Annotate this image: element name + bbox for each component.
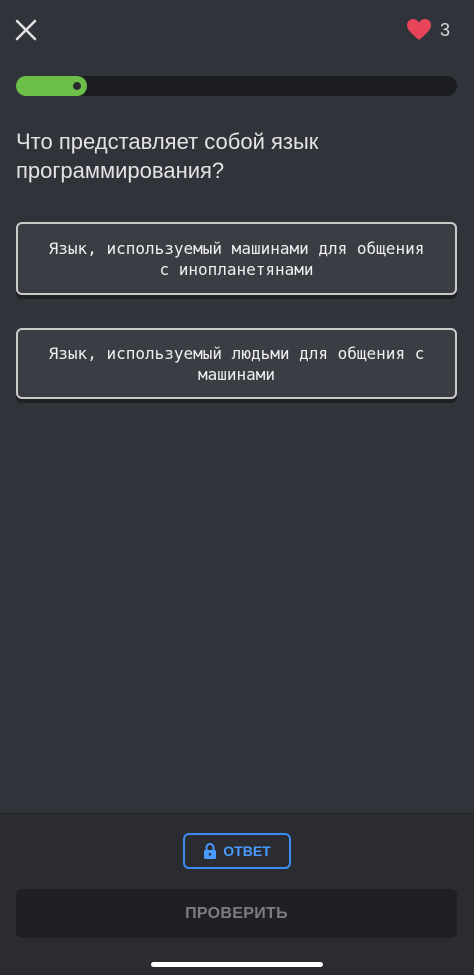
home-indicator bbox=[151, 962, 323, 967]
answer-option-2[interactable]: Язык, используемый людьми для общения с … bbox=[16, 328, 457, 399]
check-button[interactable]: ПРОВЕРИТЬ bbox=[16, 889, 457, 938]
close-button[interactable] bbox=[14, 18, 38, 42]
close-icon bbox=[14, 18, 38, 42]
show-answer-button[interactable]: ОТВЕТ bbox=[183, 833, 291, 869]
lives-indicator: 3 bbox=[406, 18, 450, 42]
question-text: Что представляет собой язык программиров… bbox=[16, 129, 319, 183]
show-answer-label: ОТВЕТ bbox=[223, 843, 271, 859]
heart-icon bbox=[406, 18, 432, 42]
progress-bar bbox=[16, 76, 457, 96]
lock-icon bbox=[203, 843, 217, 859]
progress-knob bbox=[70, 79, 84, 93]
answer-option-1[interactable]: Язык, используемый машинами для общения … bbox=[16, 222, 457, 295]
quiz-screen: 3 Что представляет собой язык программир… bbox=[0, 0, 474, 975]
lives-count: 3 bbox=[439, 19, 450, 40]
bottom-panel: ОТВЕТ ПРОВЕРИТЬ bbox=[0, 813, 474, 975]
check-button-label: ПРОВЕРИТЬ bbox=[185, 904, 288, 922]
answer-option-label: Язык, используемый людьми для общения с … bbox=[48, 343, 425, 384]
answer-option-label: Язык, используемый машинами для общения … bbox=[48, 238, 425, 279]
